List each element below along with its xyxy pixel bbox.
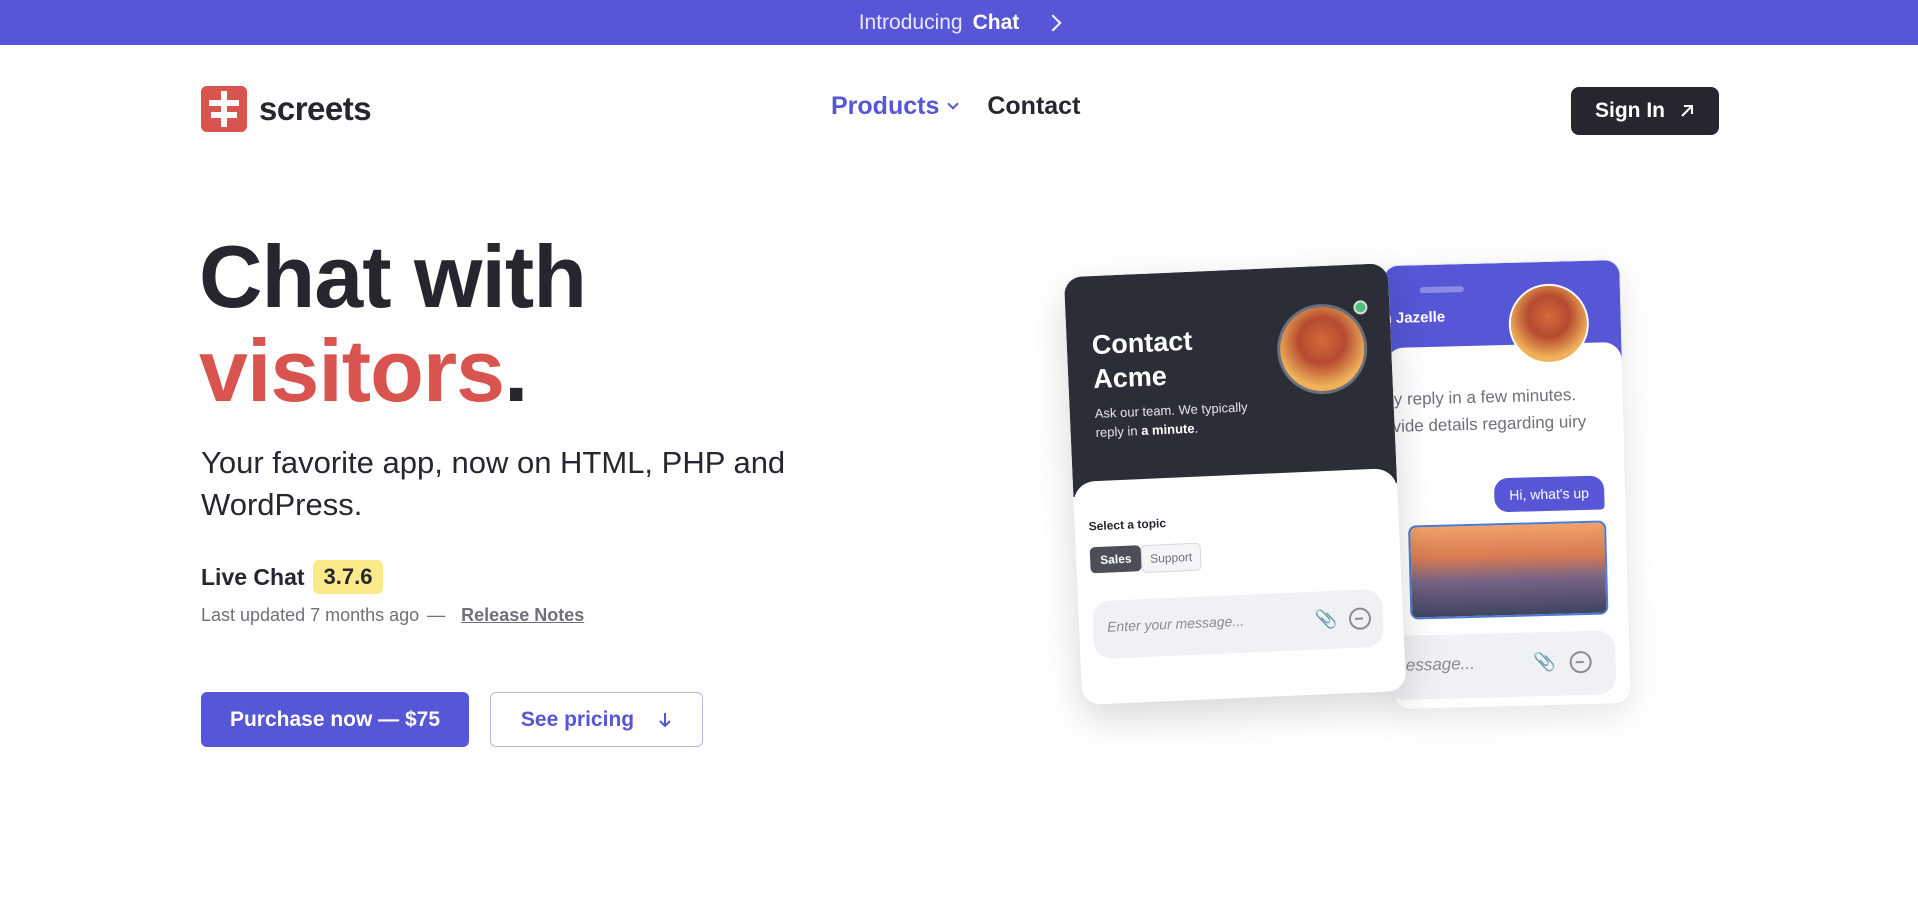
topic-chip-sales: Sales <box>1089 545 1143 574</box>
shared-image <box>1408 520 1609 620</box>
brand-name: screets <box>259 90 372 127</box>
paperclip-icon: 📎 <box>1533 651 1557 673</box>
widget-description: Ask our team. We typically reply in a mi… <box>1094 397 1265 442</box>
nav-products[interactable]: Products <box>831 92 960 121</box>
agent-message: ally reply in a few minutes. rovide deta… <box>1382 385 1587 437</box>
widget-title-line2: Acme <box>1092 360 1168 395</box>
hero-title-line1: Chat with <box>199 227 587 326</box>
widget-title: Contact Acme <box>1091 324 1194 396</box>
hero-title-highlight: visitors <box>199 321 505 420</box>
announcement-highlight: Chat <box>972 10 1020 34</box>
nav-contact[interactable]: Contact <box>987 92 1080 121</box>
purchase-button[interactable]: Purchase now — $75 <box>201 692 469 747</box>
arrow-down-icon <box>659 712 671 727</box>
send-arrow-icon <box>1348 607 1372 631</box>
screets-logo-icon <box>201 86 247 132</box>
paperclip-icon: 📎 <box>1314 608 1338 630</box>
agent-name: n Jazelle <box>1382 308 1446 328</box>
see-pricing-button[interactable]: See pricing <box>490 692 703 747</box>
brand-logo[interactable]: screets <box>201 86 372 132</box>
announcement-bar[interactable]: Introducing Chat <box>0 0 1918 45</box>
last-updated-line: Last updated 7 months ago — Release Note… <box>201 605 584 626</box>
see-pricing-label: See pricing <box>520 707 635 731</box>
separator: — <box>427 605 446 625</box>
user-message-bubble: Hi, what's up <box>1493 475 1605 513</box>
topic-chip-support: Support <box>1140 542 1202 574</box>
release-notes-link[interactable]: Release Notes <box>461 605 584 626</box>
chevron-right-icon <box>1044 14 1062 31</box>
arrow-up-right-icon <box>1681 105 1693 117</box>
hero-title-dot: . <box>504 321 528 420</box>
widget-description-suffix: . <box>1194 420 1199 436</box>
widget-title-line1: Contact <box>1091 325 1193 361</box>
chat-body: Select a topic Sales Support Enter your … <box>1072 467 1407 705</box>
widget-description-bold: a minute <box>1140 420 1195 439</box>
select-topic-label: Select a topic <box>1088 516 1167 534</box>
hero-title: Chat with visitors. <box>199 227 587 420</box>
message-input-placeholder: Enter your message... <box>1106 612 1245 635</box>
chevron-down-icon <box>947 97 960 110</box>
chat-widget-mockup-back: n Jazelle ally reply in a few minutes. r… <box>1382 258 1632 711</box>
message-input: Enter your message... 📎 <box>1091 588 1385 660</box>
message-input: message... 📎 <box>1384 630 1617 701</box>
send-arrow-icon <box>1569 650 1592 674</box>
sign-in-button[interactable]: Sign In <box>1571 87 1719 135</box>
product-version-line: Live Chat 3.7.6 <box>201 560 384 594</box>
hero-subtitle: Your favorite app, now on HTML, PHP and … <box>201 445 786 522</box>
chat-widget-mockup-front: Contact Acme Ask our team. We typically … <box>1063 263 1407 705</box>
drag-handle <box>1419 286 1464 294</box>
nav-products-label: Products <box>831 92 940 120</box>
sign-in-label: Sign In <box>1595 99 1665 122</box>
last-updated-text: Last updated 7 months ago <box>201 605 420 625</box>
announcement-prefix: Introducing <box>858 10 963 34</box>
version-badge: 3.7.6 <box>312 560 384 594</box>
main-nav: Products Contact <box>831 92 1080 121</box>
product-name: Live Chat <box>201 563 305 590</box>
